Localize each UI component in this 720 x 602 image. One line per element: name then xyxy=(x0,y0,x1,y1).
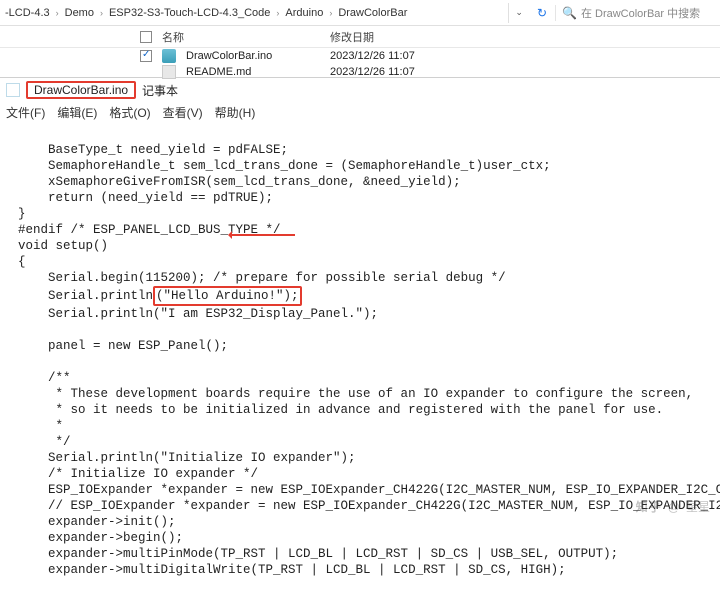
row-checkbox[interactable] xyxy=(140,50,152,62)
menu-format[interactable]: 格式(O) xyxy=(109,104,150,121)
file-explorer-pane: -LCD-4.3› Demo› ESP32-S3-Touch-LCD-4.3_C… xyxy=(0,0,720,78)
list-item[interactable]: DrawColorBar.ino 2023/12/26 11:07 xyxy=(140,48,720,64)
menu-file[interactable]: 文件(F) xyxy=(6,104,45,121)
watermark-user: 星星 xyxy=(686,498,710,515)
chevron-right-icon: › xyxy=(100,8,103,18)
watermark-site: 知乎 xyxy=(636,498,662,515)
menu-edit[interactable]: 编辑(E) xyxy=(57,104,97,121)
column-date[interactable]: 修改日期 xyxy=(330,29,460,45)
breadcrumb-item[interactable]: Demo xyxy=(62,5,97,21)
breadcrumb[interactable]: -LCD-4.3› Demo› ESP32-S3-Touch-LCD-4.3_C… xyxy=(2,5,410,21)
file-list-header: 名称 修改日期 xyxy=(0,26,720,48)
app-name: 记事本 xyxy=(142,82,178,99)
chevron-right-icon: › xyxy=(276,8,279,18)
breadcrumb-item[interactable]: -LCD-4.3 xyxy=(2,5,53,21)
breadcrumb-item[interactable]: DrawColorBar xyxy=(335,5,410,21)
file-name: DrawColorBar.ino xyxy=(186,50,272,62)
md-file-icon xyxy=(162,65,176,79)
menu-help[interactable]: 帮助(H) xyxy=(215,104,256,121)
watermark: 知乎 @ 星星 xyxy=(636,498,710,515)
address-bar: -LCD-4.3› Demo› ESP32-S3-Touch-LCD-4.3_C… xyxy=(0,0,720,26)
annotation-arrow xyxy=(230,234,295,236)
chevron-right-icon: › xyxy=(56,8,59,18)
select-all-checkbox[interactable] xyxy=(140,31,152,43)
watermark-at: @ xyxy=(668,500,680,514)
menubar: 文件(F) 编辑(E) 格式(O) 查看(V) 帮助(H) xyxy=(0,102,720,122)
title-filename-highlight: DrawColorBar.ino xyxy=(26,81,136,99)
code-content[interactable]: BaseType_t need_yield = pdFALSE; Semapho… xyxy=(0,122,720,602)
breadcrumb-item[interactable]: Arduino xyxy=(282,5,326,21)
search-icon: 🔍 xyxy=(562,6,577,20)
file-date: 2023/12/26 11:07 xyxy=(330,66,460,78)
notepad-titlebar: DrawColorBar.ino 记事本 xyxy=(0,78,720,102)
chevron-right-icon: › xyxy=(329,8,332,18)
file-date: 2023/12/26 11:07 xyxy=(330,50,460,62)
notepad-icon xyxy=(6,83,20,97)
search-placeholder: 在 DrawColorBar 中搜索 xyxy=(581,5,700,21)
ino-file-icon xyxy=(162,49,176,63)
address-dropdown[interactable]: ⌄ xyxy=(508,3,529,23)
search-input[interactable]: 🔍 在 DrawColorBar 中搜索 xyxy=(555,5,720,21)
hello-arduino-highlight: ("Hello Arduino!"); xyxy=(153,286,302,306)
breadcrumb-item[interactable]: ESP32-S3-Touch-LCD-4.3_Code xyxy=(106,5,273,21)
menu-view[interactable]: 查看(V) xyxy=(163,104,203,121)
refresh-icon[interactable]: ↻ xyxy=(529,6,555,20)
file-name: README.md xyxy=(186,66,251,78)
file-list: DrawColorBar.ino 2023/12/26 11:07 README… xyxy=(0,48,720,80)
column-name[interactable]: 名称 xyxy=(162,29,184,45)
